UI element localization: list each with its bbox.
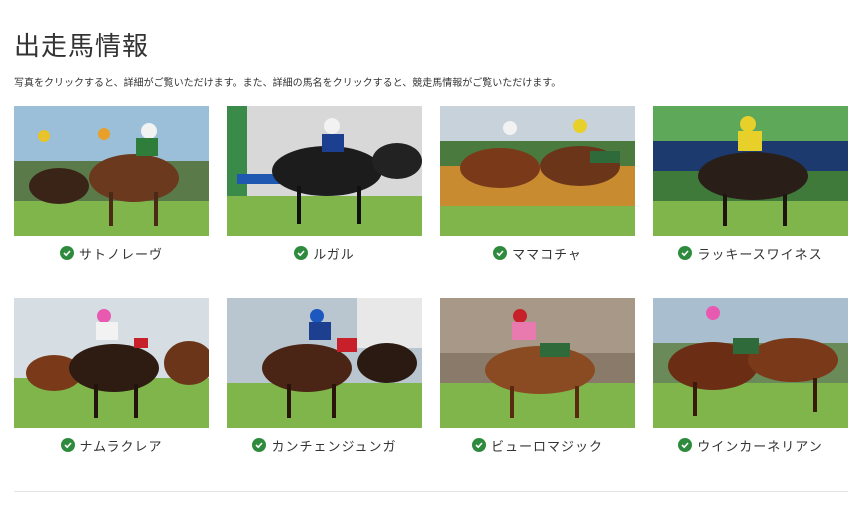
check-circle-icon [60, 438, 75, 452]
horse-card[interactable]: ウインカーネリアン [653, 298, 848, 455]
horse-name-link[interactable]: ママコチャ [512, 244, 582, 263]
check-circle-icon [252, 438, 267, 452]
check-circle-icon [678, 246, 693, 260]
horse-card[interactable]: ラッキースワイネス [653, 106, 848, 263]
check-circle-icon [493, 246, 508, 260]
horse-name-link[interactable]: ラッキースワイネス [697, 244, 822, 263]
horse-name-link[interactable]: ルガル [313, 244, 355, 263]
horse-card[interactable]: ビューロマジック [440, 298, 635, 455]
horse-card[interactable]: ナムラクレア [14, 298, 209, 455]
horse-photo[interactable] [653, 298, 848, 428]
horse-name-link[interactable]: カンチェンジュンガ [271, 436, 396, 455]
check-circle-icon [294, 246, 309, 260]
horse-photo[interactable] [440, 106, 635, 236]
divider [14, 491, 848, 492]
horse-name-link[interactable]: ウインカーネリアン [697, 436, 822, 455]
horse-photo[interactable] [440, 298, 635, 428]
horse-card[interactable]: ママコチャ [440, 106, 635, 263]
horse-photo[interactable] [653, 106, 848, 236]
horse-photo[interactable] [227, 298, 422, 428]
horse-name-row[interactable]: カンチェンジュンガ [227, 436, 422, 455]
horse-name-link[interactable]: サトノレーヴ [79, 244, 163, 263]
check-circle-icon [678, 438, 693, 452]
horse-name-row[interactable]: ナムラクレア [14, 436, 209, 455]
horse-name-row[interactable]: サトノレーヴ [14, 244, 209, 263]
check-circle-icon [471, 438, 486, 452]
horse-photo[interactable] [227, 106, 422, 236]
horse-card[interactable]: サトノレーヴ [14, 106, 209, 263]
horse-name-link[interactable]: ナムラクレア [80, 436, 163, 455]
horse-name-link[interactable]: ビューロマジック [491, 436, 603, 455]
check-circle-icon [59, 246, 74, 260]
horse-name-row[interactable]: ラッキースワイネス [653, 244, 848, 263]
horse-card[interactable]: カンチェンジュンガ [227, 298, 422, 455]
horse-photo[interactable] [14, 298, 209, 428]
page-title: 出走馬情報 [14, 32, 150, 62]
page-description: 写真をクリックすると、詳細がご覧いただけます。また、詳細の馬名をクリックすると、… [14, 78, 562, 89]
horse-card[interactable]: ルガル [227, 106, 422, 263]
horse-photo[interactable] [14, 106, 209, 236]
horse-name-row[interactable]: ウインカーネリアン [653, 436, 848, 455]
horse-name-row[interactable]: ビューロマジック [440, 436, 635, 455]
horse-name-row[interactable]: ルガル [227, 244, 422, 263]
horse-name-row[interactable]: ママコチャ [440, 244, 635, 263]
